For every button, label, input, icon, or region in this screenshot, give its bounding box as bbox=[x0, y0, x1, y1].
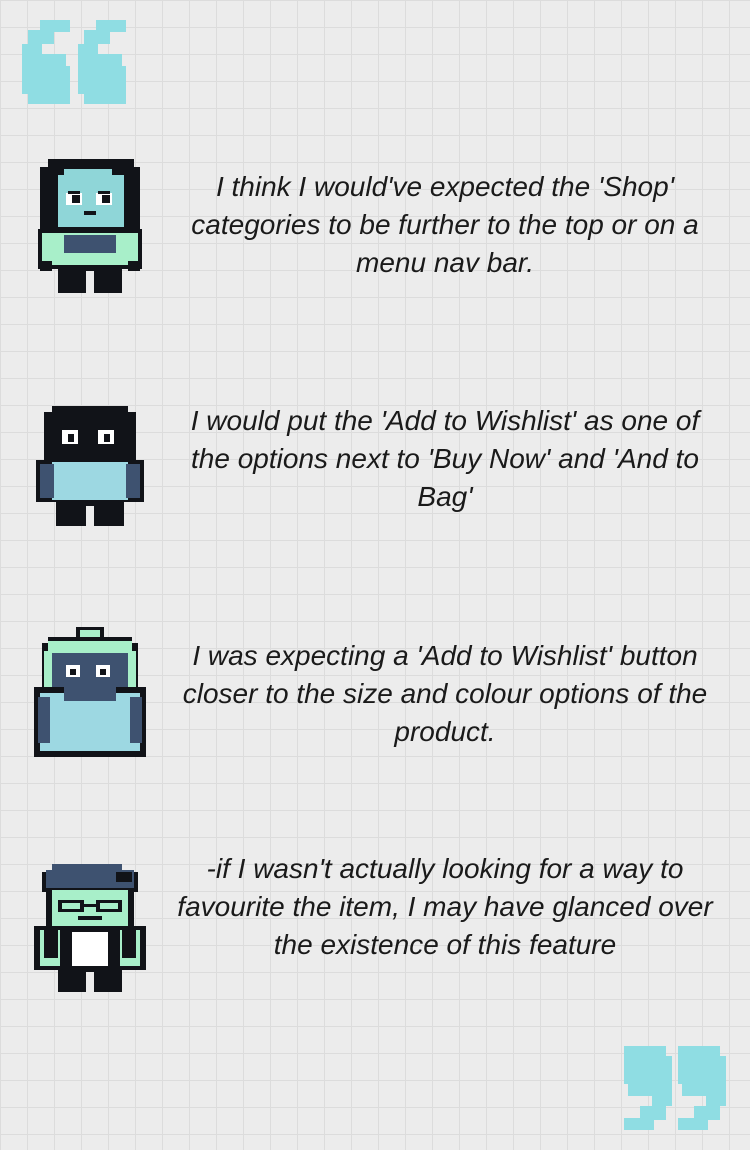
girl-character-avatar bbox=[30, 155, 150, 295]
closing-quotation-mark-icon bbox=[622, 1046, 730, 1130]
testimonial-4-text: -if I wasn't actually looking for a way … bbox=[177, 853, 713, 960]
hooded-character-avatar bbox=[30, 625, 150, 761]
opening-quotation-mark-icon bbox=[20, 20, 130, 104]
testimonial-2-text: I would put the 'Add to Wishlist' as one… bbox=[190, 405, 700, 512]
glasses-character-avatar bbox=[30, 860, 150, 996]
testimonial-1-text: I think I would've expected the 'Shop' c… bbox=[191, 171, 699, 278]
ninja-character-avatar bbox=[30, 402, 150, 532]
testimonial-3-text: I was expecting a 'Add to Wishlist' butt… bbox=[182, 640, 708, 747]
